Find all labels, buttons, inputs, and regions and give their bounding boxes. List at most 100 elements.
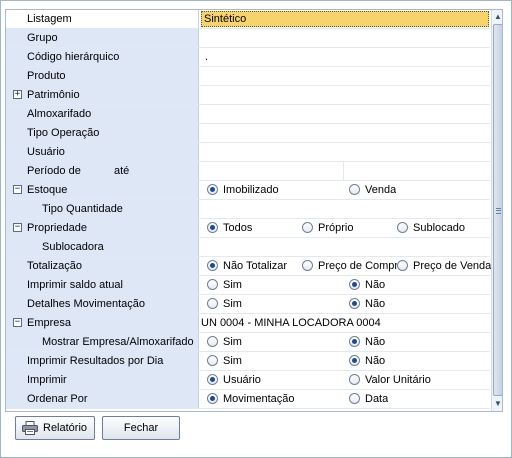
row-label-cell: Código hierárquico — [6, 48, 199, 66]
grip-icon — [496, 208, 501, 214]
row-value[interactable]: UN 0004 - MINHA LOCADORA 0004 — [201, 314, 381, 332]
radio-button[interactable] — [302, 260, 313, 271]
row-value-cell[interactable]: Movimentação Data — [199, 390, 490, 408]
radio-option-label[interactable]: Valor Unitário — [365, 371, 431, 389]
radio-option-label[interactable]: Todos — [223, 219, 302, 237]
close-button[interactable]: Fechar — [102, 416, 180, 440]
grid-row[interactable]: − Empresa UN 0004 - MINHA LOCADORA 0004 — [6, 314, 490, 333]
radio-option-label[interactable]: Não Totalizar — [223, 257, 302, 275]
grid-row[interactable]: Código hierárquico. — [6, 48, 490, 67]
radio-button[interactable] — [207, 336, 218, 347]
grid-row[interactable]: Ordenar Por Movimentação Data — [6, 390, 490, 409]
radio-option-label[interactable]: Sim — [223, 352, 349, 370]
row-label-cell: Produto — [6, 67, 199, 85]
radio-button[interactable] — [302, 222, 313, 233]
grid-row[interactable]: Sublocadora — [6, 238, 490, 257]
radio-option-label[interactable]: Sim — [223, 333, 349, 351]
row-value-cell[interactable]: Sim Não — [199, 295, 490, 313]
grid-row[interactable]: − Estoque Imobilizado Venda — [6, 181, 490, 200]
row-value-cell[interactable]: Sim Não — [199, 333, 490, 351]
radio-option-label[interactable]: Não — [365, 295, 385, 313]
radio-button[interactable] — [349, 355, 360, 366]
row-value-cell[interactable] — [199, 86, 490, 104]
radio-button[interactable] — [207, 355, 218, 366]
row-value-cell[interactable] — [199, 124, 490, 142]
radio-button[interactable] — [349, 184, 360, 195]
radio-button[interactable] — [207, 298, 218, 309]
radio-button[interactable] — [207, 393, 218, 404]
radio-button[interactable] — [397, 260, 408, 271]
radio-button[interactable] — [207, 260, 218, 271]
radio-option-label[interactable]: Sublocado — [413, 219, 465, 237]
row-value-cell[interactable]: UN 0004 - MINHA LOCADORA 0004 — [199, 314, 490, 332]
grid-row[interactable]: Mostrar Empresa/Almoxarifado Sim Não — [6, 333, 490, 352]
row-value-cell[interactable] — [199, 200, 490, 218]
row-value-cell[interactable]: . — [199, 48, 490, 66]
grid-row[interactable]: Totalização Não Totalizar Preço de Compra P… — [6, 257, 491, 276]
grid-row[interactable]: Imprimir saldo atual Sim Não — [6, 276, 490, 295]
grid-row[interactable]: Usuário — [6, 143, 490, 162]
row-label: Código hierárquico — [27, 51, 120, 63]
row-value-cell[interactable] — [199, 162, 490, 180]
grid-row[interactable]: Produto — [6, 67, 490, 86]
grid-row[interactable]: − Propriedade Todos Próprio Sublocado — [6, 219, 490, 238]
row-value-cell[interactable] — [199, 67, 490, 85]
scroll-up-icon[interactable]: ▲ — [492, 11, 502, 23]
grid-row[interactable]: Detalhes Movimentação Sim Não — [6, 295, 490, 314]
scroll-down-icon[interactable]: ▼ — [492, 398, 502, 410]
grid-row[interactable]: Tipo Quantidade — [6, 200, 490, 219]
radio-option-label[interactable]: Próprio — [318, 219, 397, 237]
row-value-cell[interactable] — [199, 29, 490, 47]
grid-row[interactable]: Imprimir Usuário Valor Unitário — [6, 371, 490, 390]
radio-option-label[interactable]: Não — [365, 276, 385, 294]
vertical-scrollbar[interactable]: ▲ ▼ — [491, 10, 502, 411]
row-value-cell[interactable]: Sim Não — [199, 352, 490, 370]
radio-option-label[interactable]: Preço de Compra — [318, 257, 397, 275]
radio-option-label[interactable]: Sim — [223, 276, 349, 294]
radio-option-label[interactable]: Imobilizado — [223, 181, 349, 199]
radio-option-label[interactable]: Usuário — [223, 371, 349, 389]
radio-option-label[interactable]: Venda — [365, 181, 396, 199]
row-value-cell[interactable]: Todos Próprio Sublocado — [199, 219, 490, 237]
grid-row[interactable]: Período de até — [6, 162, 490, 181]
radio-button[interactable] — [207, 279, 218, 290]
radio-option-label[interactable]: Sim — [223, 295, 349, 313]
radio-option-label[interactable]: Não — [365, 352, 385, 370]
row-value-cell[interactable] — [199, 238, 490, 256]
row-value-cell[interactable]: Não Totalizar Preço de Compra Preço de Ven… — [199, 257, 491, 275]
radio-button[interactable] — [349, 298, 360, 309]
collapse-icon[interactable]: − — [13, 318, 22, 327]
row-value-cell[interactable]: Imobilizado Venda — [199, 181, 490, 199]
radio-button[interactable] — [349, 279, 360, 290]
row-value-cell[interactable]: Sim Não — [199, 276, 490, 294]
radio-option-label[interactable]: Não — [365, 333, 385, 351]
row-value-cell[interactable] — [199, 143, 490, 161]
radio-button[interactable] — [349, 393, 360, 404]
row-label: Tipo Operação — [27, 127, 100, 139]
grid-row[interactable]: + Patrimônio — [6, 86, 490, 105]
grid-row[interactable]: Tipo Operação — [6, 124, 490, 143]
radio-button[interactable] — [397, 222, 408, 233]
row-value-cell[interactable]: Sintético — [199, 10, 490, 28]
row-value-cell[interactable] — [199, 105, 490, 123]
radio-button[interactable] — [349, 374, 360, 385]
radio-button[interactable] — [349, 336, 360, 347]
row-value[interactable]: . — [205, 48, 208, 66]
radio-option-label[interactable]: Data — [365, 390, 388, 408]
expand-icon[interactable]: + — [13, 90, 22, 99]
radio-option-label[interactable]: Movimentação — [223, 390, 349, 408]
report-button[interactable]: Relatório — [15, 416, 95, 440]
collapse-icon[interactable]: − — [13, 223, 22, 232]
row-value-cell[interactable]: Usuário Valor Unitário — [199, 371, 490, 389]
scrollbar-thumb[interactable] — [493, 24, 502, 396]
collapse-icon[interactable]: − — [13, 185, 22, 194]
grid-row[interactable]: Listagem Sintético — [6, 10, 490, 29]
grid-row[interactable]: Imprimir Resultados por Dia Sim Não — [6, 352, 490, 371]
listagem-dropdown[interactable]: Sintético — [201, 11, 489, 27]
radio-button[interactable] — [207, 374, 218, 385]
grid-row[interactable]: Almoxarifado — [6, 105, 490, 124]
grid-row[interactable]: Grupo — [6, 29, 490, 48]
radio-button[interactable] — [207, 222, 218, 233]
radio-option-label[interactable]: Preço de Venda — [413, 257, 491, 275]
radio-button[interactable] — [207, 184, 218, 195]
